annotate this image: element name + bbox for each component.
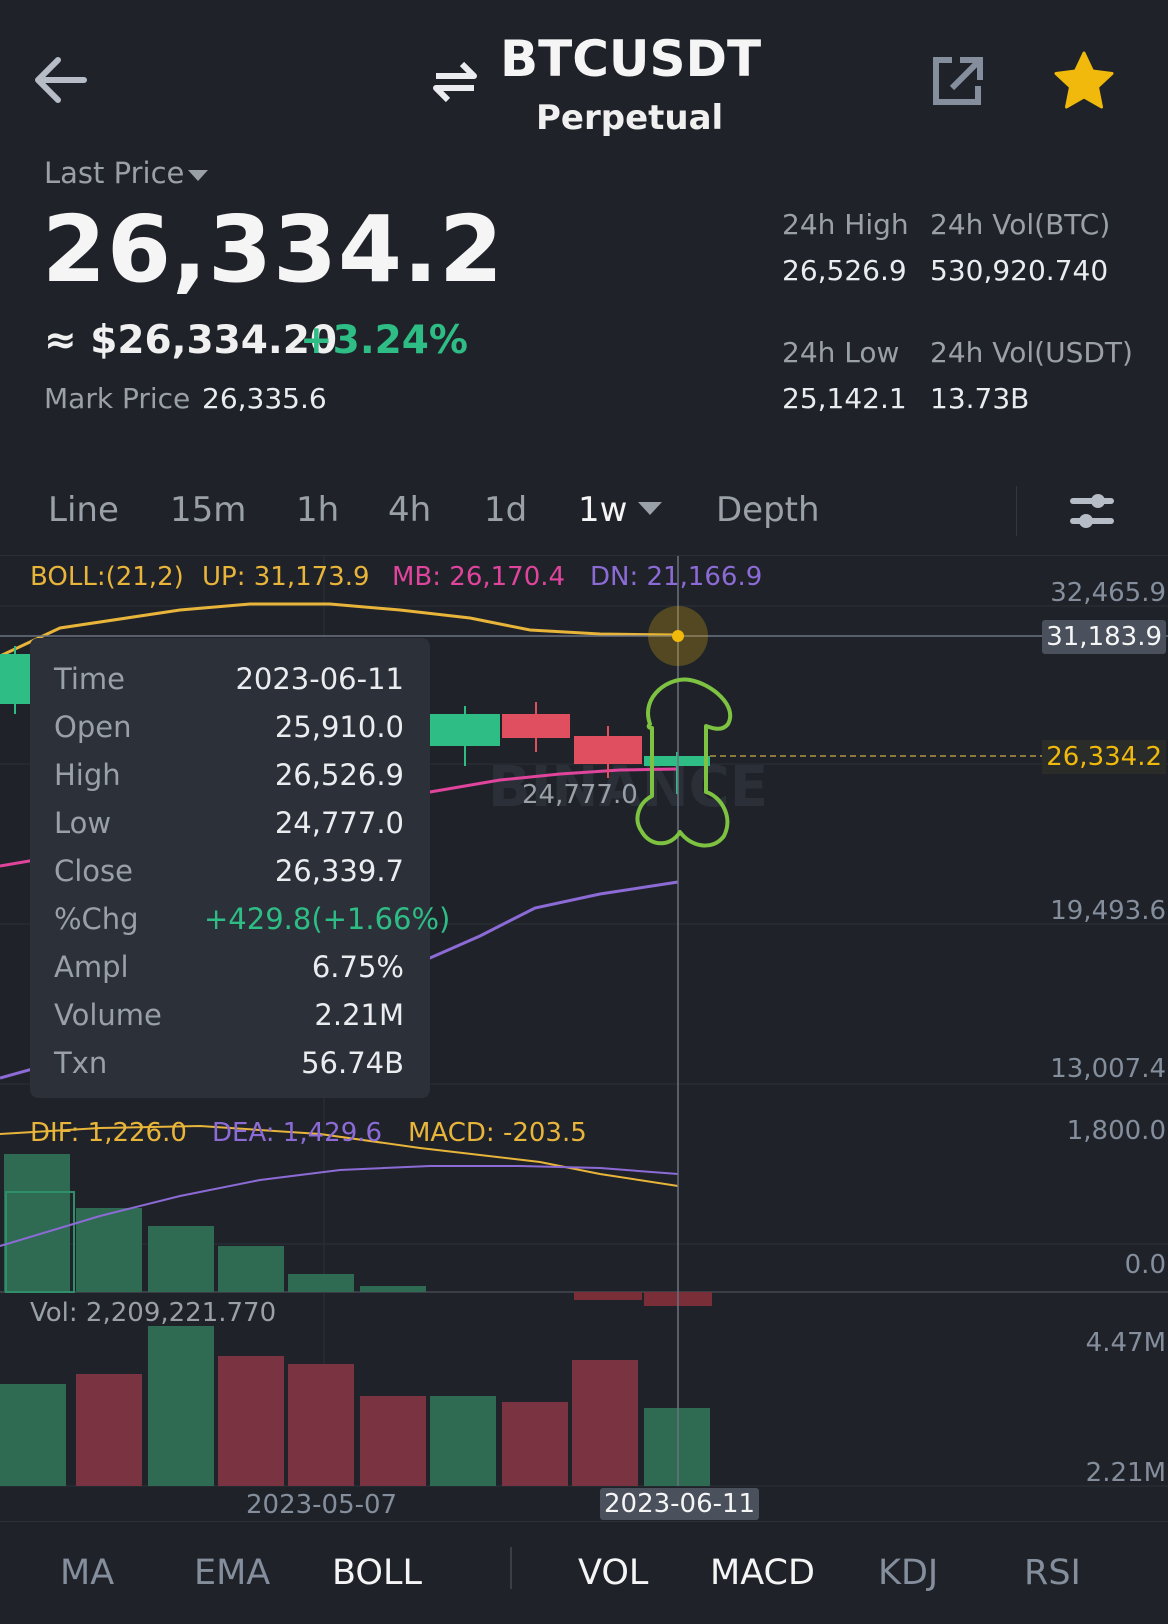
- contract-type: Perpetual: [536, 98, 724, 138]
- indicator-kdj[interactable]: KDJ: [878, 1553, 938, 1593]
- volume-bar: [148, 1326, 214, 1486]
- tooltip-value: +429.8(+1.66%): [204, 902, 451, 936]
- boll-up: UP: 31,173.9: [202, 562, 370, 592]
- chevron-down-icon[interactable]: [638, 502, 662, 515]
- tab-1w[interactable]: 1w: [578, 490, 627, 530]
- high-24h-value: 26,526.9: [782, 254, 907, 287]
- tooltip-value: 2.21M: [314, 998, 404, 1032]
- mark-price-label: Mark Price: [44, 382, 191, 415]
- macd-bar: [288, 1274, 354, 1292]
- macd-axis-tick: 0.0: [1124, 1250, 1166, 1280]
- tooltip-key: Ampl: [54, 950, 129, 984]
- last-price-tag: 26,334.2: [1042, 740, 1166, 774]
- price-axis-tick: 13,007.4: [1050, 1054, 1166, 1084]
- tooltip-value: 2023-06-11: [235, 662, 404, 696]
- boll-dn: DN: 21,166.9: [590, 562, 763, 592]
- volume-bar: [572, 1360, 638, 1486]
- tooltip-key: Time: [54, 662, 125, 696]
- macd-dif: DIF: 1,226.0: [30, 1118, 187, 1148]
- last-price: 26,334.2: [42, 196, 504, 303]
- tooltip-value: 26,526.9: [274, 758, 404, 792]
- volume-bar: [430, 1396, 496, 1486]
- volume-bar: [76, 1374, 142, 1486]
- tab-4h[interactable]: 4h: [388, 490, 431, 530]
- indicator-boll[interactable]: BOLL: [332, 1553, 422, 1593]
- candle-body: [574, 736, 642, 764]
- chart-settings-icon[interactable]: [1068, 488, 1116, 536]
- tab-divider: [1016, 486, 1017, 536]
- tooltip-key: Low: [54, 806, 112, 840]
- tooltip-value: 56.74B: [301, 1046, 404, 1080]
- approx-usd-price: ≈ $26,334.20: [44, 318, 337, 363]
- volume-bar: [288, 1364, 354, 1486]
- tooltip-key: Txn: [54, 1046, 108, 1080]
- low-24h-label: 24h Low: [782, 336, 900, 369]
- tab-1h[interactable]: 1h: [296, 490, 339, 530]
- tooltip-key: Close: [54, 854, 133, 888]
- volume-bar: [360, 1396, 426, 1486]
- indicator-ma[interactable]: MA: [60, 1553, 114, 1593]
- candle-body: [430, 714, 500, 746]
- indicator-divider: [510, 1547, 512, 1589]
- tooltip-key: High: [54, 758, 121, 792]
- last-price-label[interactable]: Last Price: [44, 156, 184, 190]
- mark-price-value: 26,335.6: [202, 382, 327, 415]
- volume-value: Vol: 2,209,221.770: [30, 1298, 277, 1328]
- vol-btc-value: 530,920.740: [930, 254, 1109, 287]
- macd-dea: DEA: 1,429.6: [212, 1118, 383, 1148]
- volume-bar: [218, 1356, 284, 1486]
- crosshair-dot: [672, 630, 684, 642]
- indicator-ema[interactable]: EMA: [194, 1553, 270, 1593]
- macd-bar: [218, 1246, 284, 1292]
- caret-down-icon[interactable]: [188, 170, 208, 181]
- low-24h-value: 25,142.1: [782, 382, 907, 415]
- low-price-marker: 24,777.0: [522, 780, 638, 810]
- tab-line[interactable]: Line: [48, 490, 119, 530]
- crosshair-price-tag: 31,183.9: [1042, 620, 1166, 654]
- tooltip-value: 26,339.7: [274, 854, 404, 888]
- tab-15m[interactable]: 15m: [170, 490, 246, 530]
- tooltip-value: 24,777.0: [274, 806, 404, 840]
- volume-axis-tick: 4.47M: [1085, 1328, 1166, 1358]
- tab-depth[interactable]: Depth: [716, 490, 820, 530]
- share-icon[interactable]: [930, 52, 986, 108]
- macd-axis-tick: 1,800.0: [1066, 1116, 1166, 1146]
- indicator-vol[interactable]: VOL: [578, 1553, 648, 1593]
- tooltip-key: Volume: [54, 998, 162, 1032]
- price-change-percent: +3.24%: [300, 318, 468, 363]
- tooltip-key: %Chg: [54, 902, 139, 936]
- tooltip-key: Open: [54, 710, 132, 744]
- candle-body: [502, 714, 570, 738]
- price-axis-tick: 32,465.9: [1050, 578, 1166, 608]
- favorite-star-icon[interactable]: [1052, 50, 1116, 110]
- tooltip-value: 6.75%: [311, 950, 404, 984]
- volume-bar: [0, 1384, 66, 1486]
- volume-axis-tick: 2.21M: [1085, 1458, 1166, 1488]
- boll-params: BOLL:(21,2): [30, 562, 184, 592]
- vol-usdt-label: 24h Vol(USDT): [930, 336, 1133, 369]
- date-axis-tick: 2023-05-07: [246, 1490, 398, 1520]
- swap-icon[interactable]: [430, 58, 480, 106]
- divider: [0, 1521, 1168, 1522]
- high-24h-label: 24h High: [782, 208, 909, 241]
- vol-btc-label: 24h Vol(BTC): [930, 208, 1111, 241]
- vol-usdt-value: 13.73B: [930, 382, 1030, 415]
- tab-1d[interactable]: 1d: [484, 490, 527, 530]
- macd-bar: [360, 1286, 426, 1292]
- crosshair-date-tag: 2023-06-11: [600, 1488, 760, 1520]
- macd-bar: [148, 1226, 214, 1292]
- tooltip-value: 25,910.0: [274, 710, 404, 744]
- boll-mb: MB: 26,170.4: [392, 562, 566, 592]
- indicator-macd[interactable]: MACD: [710, 1553, 815, 1593]
- macd-bar: [4, 1154, 70, 1292]
- candle-body: [0, 654, 30, 704]
- volume-bar: [644, 1408, 710, 1486]
- volume-bar: [502, 1402, 568, 1486]
- macd-bar: [574, 1292, 642, 1300]
- price-axis-tick: 19,493.6: [1050, 896, 1166, 926]
- back-arrow-icon[interactable]: [30, 52, 90, 108]
- macd-value: MACD: -203.5: [408, 1118, 587, 1148]
- indicator-rsi[interactable]: RSI: [1024, 1553, 1081, 1593]
- pair-title[interactable]: BTCUSDT: [500, 30, 761, 88]
